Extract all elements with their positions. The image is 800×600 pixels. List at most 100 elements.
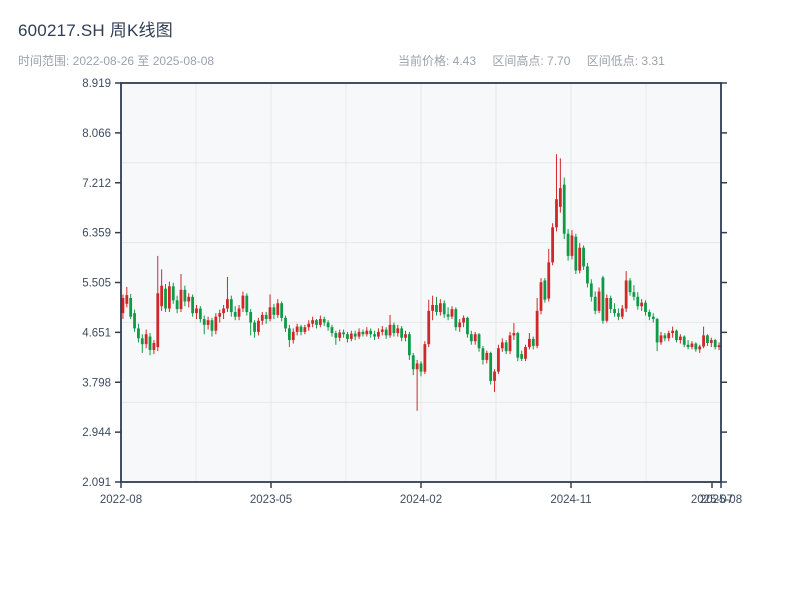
candle [415,363,419,370]
candle [407,334,411,356]
candle [640,302,644,307]
candle [222,308,225,314]
candle [353,333,357,337]
candle [547,262,551,299]
candle [237,308,241,317]
candle [365,330,369,335]
date-range-label: 时间范围: 2022-08-26 至 2025-08-08 [18,54,215,68]
candle [597,291,601,311]
candle [671,330,675,334]
page-title: 600217.SH 周K线图 [18,21,173,40]
candle [628,280,632,293]
y-tick-label: 8.066 [82,128,111,140]
candle [295,326,299,332]
y-tick-label: 3.798 [82,377,111,389]
candle [334,333,338,338]
candle [477,334,481,349]
candle [206,320,210,325]
candle [195,308,198,314]
y-tick-label: 2.944 [82,427,111,439]
candle [322,319,326,323]
candle [617,313,620,317]
candle [144,334,148,345]
candle [369,330,373,335]
candle [593,296,597,311]
candle [566,233,570,256]
candle [218,313,222,317]
candle [299,326,303,332]
candle [558,188,562,207]
candle [473,334,477,342]
candle [675,330,678,341]
candle [276,303,280,315]
candle [466,317,469,335]
candle [388,324,392,336]
candle [264,314,268,320]
candle [133,313,136,329]
candle [140,338,144,345]
candle [187,296,191,302]
candle [644,302,647,313]
candle [678,336,682,341]
candle [148,336,152,350]
candle [605,297,609,321]
x-tick-label: 2022-08 [100,494,142,506]
candle [307,323,311,328]
candle [411,355,415,370]
candle [338,332,342,338]
candle [427,310,431,345]
candle [442,303,446,315]
y-tick-label: 5.505 [82,278,111,290]
y-tick-label: 6.359 [82,228,111,240]
candle [257,320,260,332]
candle [164,288,167,309]
candle [179,289,183,310]
candle [229,299,233,313]
candle [531,338,535,346]
candle [481,348,485,360]
candle [489,352,493,381]
candle [702,335,705,347]
candle [458,322,462,328]
candle [655,319,659,343]
candle [663,335,667,339]
candle [384,329,388,336]
candle [400,328,404,338]
candle [318,319,322,325]
candle [512,333,516,336]
candle [349,333,353,339]
candle [651,316,655,320]
candle [462,317,465,323]
candle [291,331,295,341]
candle [469,334,473,342]
y-tick-label: 4.651 [82,327,111,339]
candle [551,227,555,263]
candle [667,333,671,339]
candle [175,300,179,310]
x-tick-label: 2025-08 [700,494,742,506]
candle [260,314,264,321]
candle [500,342,504,349]
candle [570,235,574,256]
candle [539,282,543,311]
candle [357,331,361,337]
stat-range-low: 区间低点: 3.31 [586,54,665,68]
candle [233,312,237,317]
candle [446,314,450,317]
candle [620,308,624,317]
candle [373,334,376,337]
candle [311,320,315,324]
candle [647,312,651,317]
x-tick-label: 2024-02 [400,494,442,506]
candle [543,280,547,300]
candle [342,332,345,335]
candle [589,283,593,297]
y-tick-label: 7.212 [82,178,111,190]
candle [624,280,628,309]
candle [682,336,686,345]
candle [156,293,160,348]
y-tick-label: 2.091 [82,477,111,489]
candle [125,295,129,304]
candle [137,328,140,339]
candle [636,296,640,307]
